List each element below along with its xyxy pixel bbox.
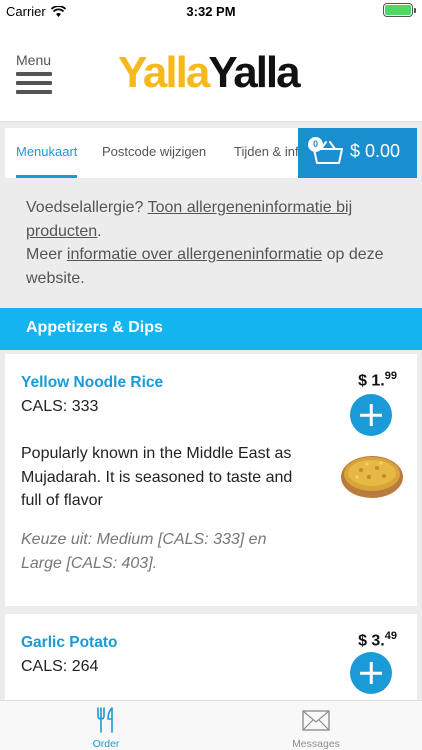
nav-order[interactable]: Order	[61, 701, 151, 750]
item-calories: CALS: 333	[21, 398, 99, 415]
app-header: Menu YallaYalla	[0, 22, 422, 122]
cart-count-badge: 0	[308, 137, 323, 152]
menu-label: Menu	[16, 52, 52, 68]
add-to-cart-button[interactable]	[350, 652, 392, 694]
menu-item-card: Yellow Noodle Rice CALS: 333 $ 1.99 Popu…	[5, 354, 417, 606]
item-choice-note: Keuze uit: Medium [CALS: 333] en Large […	[21, 531, 267, 572]
allergen-info: Voedselallergie? Toon allergeneninformat…	[26, 199, 384, 287]
item-calories: CALS: 264	[21, 658, 99, 675]
status-right	[383, 3, 416, 17]
allergen-info-link[interactable]: informatie over allergeneninformatie	[67, 246, 322, 263]
battery-tip	[414, 7, 416, 13]
yalla-yalla-logo: YallaYalla	[118, 48, 301, 97]
hamburger-icon	[16, 72, 56, 94]
category-header[interactable]: Appetizers & Dips	[0, 308, 422, 350]
battery-icon	[383, 3, 413, 17]
nav-messages-label: Messages	[292, 738, 340, 750]
tab-menukaart[interactable]: Menukaart	[16, 128, 78, 178]
status-time: 3:32 PM	[186, 4, 236, 19]
nav-messages[interactable]: Messages	[271, 701, 361, 750]
nav-order-label: Order	[92, 738, 120, 750]
tab-postcode-wijzigen[interactable]: Postcode wijzigen	[102, 128, 206, 178]
rice-dish-image	[341, 456, 403, 498]
item-name[interactable]: Garlic Potato	[21, 634, 117, 652]
bottom-nav: Order Messages	[0, 700, 422, 750]
item-description: Popularly known in the Middle East as Mu…	[21, 445, 293, 509]
menu-item-card: Garlic Potato CALS: 264 $ 3.49	[5, 614, 417, 704]
add-to-cart-button[interactable]	[350, 394, 392, 436]
item-name[interactable]: Yellow Noodle Rice	[21, 374, 163, 392]
category-title: Appetizers & Dips	[26, 319, 163, 336]
item-price: $ 3.49	[358, 630, 397, 650]
status-bar: Carrier 3:32 PM	[0, 0, 422, 22]
item-price: $ 1.99	[358, 370, 397, 390]
fork-knife-icon	[97, 707, 113, 733]
cart-button[interactable]: 0 $ 0.00	[298, 128, 417, 178]
menu-button[interactable]: Menu	[16, 52, 56, 99]
tab-tijden-info[interactable]: Tijden & info	[234, 128, 306, 178]
envelope-icon	[302, 710, 330, 731]
cart-total: $ 0.00	[350, 141, 401, 161]
